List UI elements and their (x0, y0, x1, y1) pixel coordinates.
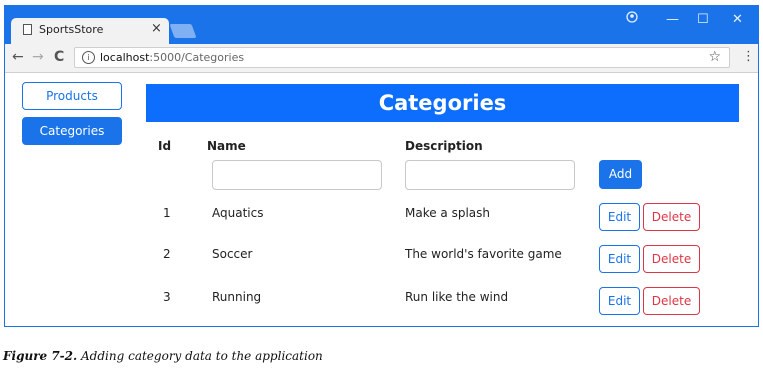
url-host: localhost (100, 51, 150, 64)
figure-caption: Figure 7-2. Adding category data to the … (3, 349, 323, 363)
column-header-name: Name (207, 139, 246, 153)
sidebar-item-products[interactable]: Products (22, 82, 122, 110)
figure-number: Figure 7-2. (3, 349, 78, 363)
name-input[interactable] (212, 160, 382, 190)
row-3-id: 3 (163, 290, 171, 304)
sidebar-item-categories[interactable]: Categories (22, 117, 122, 145)
row-2-edit-button[interactable]: Edit (599, 245, 640, 273)
column-header-description: Description (405, 139, 483, 153)
url-text: localhost:5000/Categories (100, 51, 244, 64)
row-2-description: The world's favorite game (405, 247, 562, 261)
row-1-description: Make a splash (405, 206, 491, 220)
row-3-description: Run like the wind (405, 290, 509, 304)
address-bar[interactable]: i localhost:5000/Categories ☆ (74, 47, 730, 68)
close-window-icon[interactable]: ✕ (732, 12, 743, 27)
page-icon (23, 24, 32, 35)
description-input[interactable] (405, 160, 575, 190)
tab-close-icon[interactable]: × (151, 21, 162, 36)
add-button[interactable]: Add (599, 160, 642, 189)
row-3-name: Running (212, 290, 262, 304)
maximize-icon[interactable]: ☐ (697, 12, 709, 27)
forward-icon[interactable]: → (32, 49, 44, 65)
figure-caption-text: Adding category data to the application (81, 349, 323, 363)
column-header-id: Id (158, 139, 172, 153)
info-icon[interactable]: i (82, 51, 95, 64)
row-1-id: 1 (163, 206, 171, 220)
row-2-name: Soccer (212, 247, 253, 261)
browser-tab[interactable]: SportsStore × (11, 18, 169, 44)
row-1-delete-button[interactable]: Delete (643, 203, 700, 231)
row-1-edit-button[interactable]: Edit (599, 203, 640, 231)
bookmark-star-icon[interactable]: ☆ (708, 49, 721, 65)
title-bar: SportsStore × — ☐ ✕ (5, 6, 758, 44)
browser-window: SportsStore × — ☐ ✕ ← → C i localhost:50… (4, 5, 759, 327)
row-3-edit-button[interactable]: Edit (599, 287, 640, 315)
new-tab-button[interactable] (169, 24, 197, 38)
minimize-icon[interactable]: — (666, 12, 679, 27)
browser-toolbar: ← → C i localhost:5000/Categories ☆ ⋮ (5, 44, 758, 73)
row-3-delete-button[interactable]: Delete (643, 287, 700, 315)
url-path: :5000/Categories (149, 51, 245, 64)
back-icon[interactable]: ← (12, 49, 24, 65)
reload-icon[interactable]: C (54, 49, 64, 65)
page-content: Products Categories Categories Id Name D… (5, 73, 758, 326)
tab-title: SportsStore (39, 23, 104, 36)
menu-icon[interactable]: ⋮ (742, 49, 755, 64)
page-title: Categories (146, 84, 739, 122)
row-1-name: Aquatics (212, 206, 264, 220)
row-2-delete-button[interactable]: Delete (643, 245, 700, 273)
profile-icon[interactable] (626, 11, 638, 27)
row-2-id: 2 (163, 247, 171, 261)
